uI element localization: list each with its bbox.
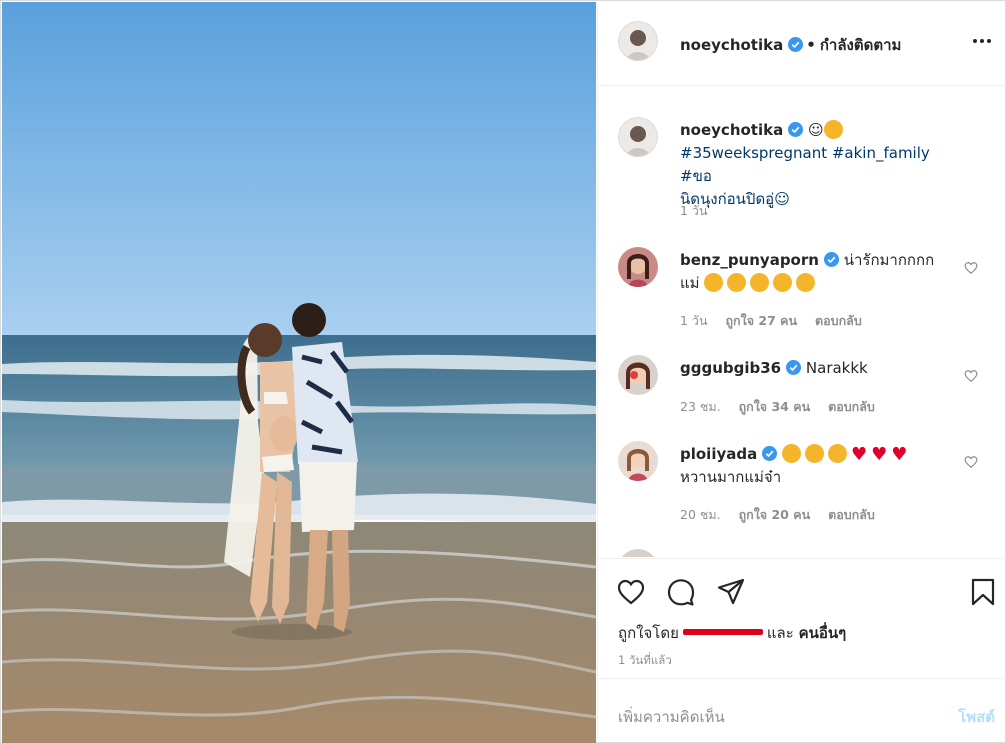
comment-body: gggubgib36 Narakkk <box>680 357 950 380</box>
comment-likes-count[interactable]: ถูกใจ 20 คน <box>739 507 811 522</box>
comment-time[interactable]: 20 ชม. <box>680 507 721 522</box>
reply-button[interactable]: ตอบกลับ <box>828 507 875 522</box>
post-details-panel: noeychotika • กำลังติดตาม noeychotika ☺ … <box>597 2 1006 743</box>
commenter-avatar-image <box>618 247 658 287</box>
author-line: noeychotika • กำลังติดตาม <box>680 33 901 57</box>
post-header: noeychotika • กำลังติดตาม <box>598 2 1006 86</box>
comment-meta: 1 วัน ถูกใจ 27 คน ตอบกลับ <box>680 311 876 331</box>
add-comment-bar: เพิ่มความคิดเห็น โพสต์ <box>598 678 1006 743</box>
heart-eyes-emoji-icon <box>828 444 848 463</box>
post-comment-button[interactable]: โพสต์ <box>958 705 995 729</box>
reply-button[interactable]: ตอบกลับ <box>815 313 862 328</box>
post-timestamp[interactable]: 1 วันที่แล้ว <box>618 652 672 670</box>
comment-body: benz_punyaporn น่ารักมากกกก แม่ <box>680 249 950 295</box>
comment-username[interactable]: gggubgib36 <box>680 359 781 377</box>
comment-username[interactable]: ploiiyada <box>680 445 757 463</box>
verified-badge-icon <box>823 252 839 267</box>
comment-input[interactable]: เพิ่มความคิดเห็น <box>618 705 725 729</box>
commenter-avatar-image <box>618 441 658 481</box>
share-paper-plane-icon[interactable] <box>716 577 746 607</box>
caption-body: noeychotika ☺ #35weekspregnant #akin_fam… <box>680 119 950 211</box>
caption-time[interactable]: 1 วัน <box>680 203 708 218</box>
comment-bubble-icon[interactable] <box>666 577 696 607</box>
separator-dot: • <box>806 36 816 54</box>
comment-likes-count[interactable]: ถูกใจ 34 คน <box>739 399 811 414</box>
verified-badge-icon <box>788 37 804 52</box>
instagram-post-modal: noeychotika • กำลังติดตาม noeychotika ☺ … <box>0 0 1006 743</box>
author-avatar-image <box>618 21 658 61</box>
commenter-avatar[interactable] <box>618 355 658 395</box>
likes-prefix: ถูกใจโดย <box>618 624 679 642</box>
like-heart-icon[interactable] <box>616 577 646 607</box>
likes-summary: ถูกใจโดย และ คนอื่นๆ <box>618 621 846 645</box>
comment-text: Narakkk <box>805 359 868 377</box>
commenter-avatar[interactable] <box>618 247 658 287</box>
commenter-avatar-image <box>618 549 658 557</box>
comment-likes-count[interactable]: ถูกใจ 27 คน <box>725 313 797 328</box>
likes-and: และ <box>766 624 794 642</box>
heart-eyes-emoji-icon <box>782 444 802 463</box>
comments-list[interactable]: noeychotika ☺ #35weekspregnant #akin_fam… <box>598 87 1006 557</box>
red-heart-emoji-icon: ♥ <box>851 444 868 465</box>
comment-time[interactable]: 23 ชม. <box>680 399 721 414</box>
kissing-face-emoji-icon <box>796 273 816 292</box>
comment-like-heart-icon[interactable] <box>964 369 978 383</box>
red-heart-emoji-icon: ♥ <box>891 444 908 465</box>
likes-others-link[interactable]: คนอื่นๆ <box>799 624 847 642</box>
commenter-avatar[interactable] <box>618 441 658 481</box>
commenter-avatar[interactable] <box>618 549 658 557</box>
save-bookmark-icon[interactable] <box>968 577 998 607</box>
commenter-avatar-image <box>618 355 658 395</box>
caption-hashtags[interactable]: #35weekspregnant #akin_family #ขอ <box>680 144 930 185</box>
post-actions: ถูกใจโดย และ คนอื่นๆ 1 วันที่แล้ว <box>598 558 1006 678</box>
post-photo[interactable] <box>2 2 596 743</box>
smiling-emoji-icon <box>823 120 843 139</box>
heart-eyes-emoji-icon <box>805 444 825 463</box>
comment-like-heart-icon[interactable] <box>964 261 978 275</box>
comment-meta: 23 ชม. ถูกใจ 34 คน ตอบกลับ <box>680 397 889 417</box>
red-heart-emoji-icon: ♥ <box>871 444 888 465</box>
kissing-face-emoji-icon <box>704 273 724 292</box>
caption-meta: 1 วัน <box>680 201 722 221</box>
comment-text: น่ารักมากกกก <box>843 251 935 269</box>
comment-text: แม่ <box>680 274 700 292</box>
kissing-face-emoji-icon <box>773 273 793 292</box>
caption-avatar[interactable] <box>618 117 658 157</box>
following-button[interactable]: กำลังติดตาม <box>820 36 902 54</box>
comment-username[interactable]: benz_punyaporn <box>680 251 819 269</box>
comment-like-heart-icon[interactable] <box>964 455 978 469</box>
comment-time[interactable]: 1 วัน <box>680 313 708 328</box>
caption-symbol: ☺ <box>808 121 824 139</box>
beach-photo-image <box>2 2 596 743</box>
verified-badge-icon <box>788 122 804 137</box>
verified-badge-icon <box>762 446 778 461</box>
redacted-username <box>682 629 763 635</box>
reply-button[interactable]: ตอบกลับ <box>828 399 875 414</box>
kissing-face-emoji-icon <box>750 273 770 292</box>
comment-meta: 20 ชม. ถูกใจ 20 คน ตอบกลับ <box>680 505 889 525</box>
caption-avatar-image <box>618 117 658 157</box>
author-avatar[interactable] <box>618 21 658 61</box>
comment-body: ploiiyada ♥ ♥ ♥ หวานมากแม่จ๋า <box>680 443 950 489</box>
verified-badge-icon <box>786 360 802 375</box>
more-options-icon[interactable] <box>971 34 993 48</box>
kissing-face-emoji-icon <box>727 273 747 292</box>
author-username[interactable]: noeychotika <box>680 36 783 54</box>
comment-text: หวานมากแม่จ๋า <box>680 468 782 486</box>
caption-username[interactable]: noeychotika <box>680 121 783 139</box>
